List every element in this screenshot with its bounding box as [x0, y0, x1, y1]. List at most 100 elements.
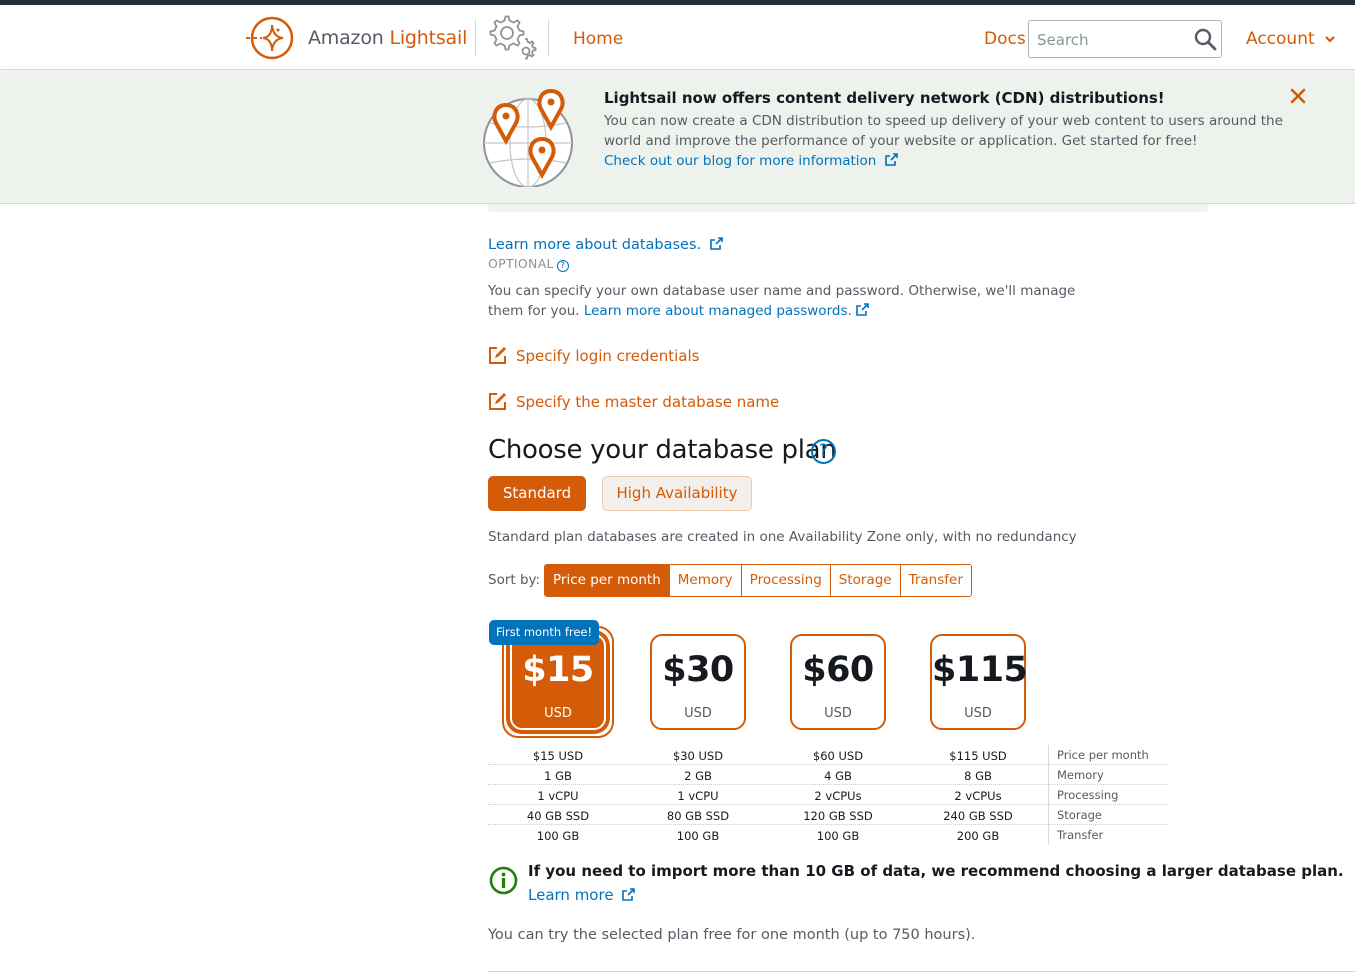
plan-card-115[interactable]: $115 USD [930, 634, 1028, 730]
banner-link-text: Check out our blog for more information [604, 153, 877, 169]
sort-price-per-month[interactable]: Price per month [545, 565, 669, 596]
plan-card-30[interactable]: $30 USD [650, 634, 746, 730]
external-link-icon [855, 303, 869, 316]
sort-memory[interactable]: Memory [668, 565, 741, 596]
spec-row-storage: 40 GB SSD 80 GB SSD 120 GB SSD 240 GB SS… [488, 805, 1168, 825]
spec-cell: $60 USD [812, 749, 864, 763]
high-availability-plan-button[interactable]: High Availability [602, 476, 752, 511]
brand-name[interactable]: Amazon Lightsail [308, 27, 467, 49]
login-credentials-text: Specify login credentials [516, 347, 700, 365]
learn-more-databases-text: Learn more about databases. [488, 237, 702, 253]
plan-currency: USD [684, 706, 712, 721]
panel-shadow-edge [488, 204, 1208, 212]
search-box [1028, 20, 1222, 58]
spec-row-transfer: 100 GB 100 GB 100 GB 200 GB Transfer [488, 825, 1168, 845]
help-icon[interactable]: ? [556, 260, 569, 272]
spec-cell: 80 GB SSD [666, 809, 730, 823]
spec-row-memory: 1 GB 2 GB 4 GB 8 GB Memory [488, 765, 1168, 785]
managed-passwords-link-text: Learn more about managed passwords. [583, 303, 852, 319]
info-icon [489, 866, 518, 895]
spec-cell: 240 GB SSD [943, 809, 1013, 823]
import-learn-more-link[interactable]: Learn more [528, 886, 636, 904]
plan-section-title: Choose your database plan [488, 435, 837, 465]
account-label: Account [1246, 29, 1315, 49]
cdn-announcement-banner: Lightsail now offers content delivery ne… [0, 71, 1355, 204]
spec-cell: $15 USD [532, 749, 584, 763]
section-divider [488, 971, 1355, 972]
spec-cell: $30 USD [672, 749, 724, 763]
external-link-icon [884, 153, 898, 166]
plan-currency: USD [824, 706, 852, 721]
spec-row-price: $15 USD $30 USD $60 USD $115 USD Price p… [488, 745, 1168, 765]
spec-row-processing: 1 vCPU 1 vCPU 2 vCPUs 2 vCPUs Processing [488, 785, 1168, 805]
spec-cell: 200 GB [956, 829, 1000, 843]
plan-card-60[interactable]: $60 USD [790, 634, 886, 730]
spec-label: Storage [1048, 805, 1102, 825]
optional-text: OPTIONAL [488, 256, 554, 271]
edit-icon [489, 347, 506, 364]
spec-label: Memory [1048, 765, 1104, 785]
plan-spec-table: $15 USD $30 USD $60 USD $115 USD Price p… [488, 745, 1168, 845]
close-icon[interactable] [1289, 87, 1307, 105]
managed-passwords-link[interactable]: Learn more about managed passwords. [584, 303, 869, 319]
spec-cell: 1 GB [544, 769, 572, 783]
spec-cell: 100 GB [536, 829, 580, 843]
spec-cell: 120 GB SSD [803, 809, 873, 823]
specify-login-credentials-link[interactable]: Specify login credentials [488, 346, 699, 365]
top-nav-bar: Amazon Lightsail Home Docs Account [0, 5, 1355, 70]
nav-divider [475, 19, 476, 57]
spec-label: Price per month [1048, 745, 1149, 765]
banner-blog-link[interactable]: Check out our blog for more information [604, 153, 898, 169]
sort-options-group: Price per month Memory Processing Storag… [544, 564, 972, 597]
nav-home-link[interactable]: Home [573, 29, 623, 49]
nav-docs-link[interactable]: Docs [984, 29, 1026, 49]
gear-icon[interactable] [488, 15, 538, 61]
lightsail-logo-icon[interactable] [246, 15, 298, 61]
globe-map-pins-icon [483, 88, 573, 187]
plan-currency: USD [544, 706, 572, 721]
spec-cell: 8 GB [964, 769, 992, 783]
external-link-icon [622, 888, 636, 901]
spec-cell: 2 vCPUs [954, 789, 1002, 803]
plan-help-icon[interactable]: ? [811, 439, 836, 464]
sort-transfer[interactable]: Transfer [899, 565, 971, 596]
sort-storage[interactable]: Storage [829, 565, 900, 596]
plan-price: $115 [932, 650, 1028, 690]
banner-text: You can now create a CDN distribution to… [604, 113, 1283, 149]
chevron-down-icon [1325, 36, 1335, 43]
plan-currency: USD [964, 706, 992, 721]
spec-cell: 2 vCPUs [814, 789, 862, 803]
plan-price: $30 [662, 650, 734, 690]
free-trial-note: You can try the selected plan free for o… [488, 927, 976, 943]
banner-title: Lightsail now offers content delivery ne… [604, 89, 1165, 107]
sort-by-label: Sort by: [488, 572, 541, 588]
master-database-name-text: Specify the master database name [516, 393, 780, 411]
spec-cell: 100 GB [816, 829, 860, 843]
account-menu[interactable]: Account [1246, 29, 1336, 49]
external-link-icon [709, 237, 723, 250]
search-input[interactable] [1037, 29, 1187, 51]
spec-cell: 100 GB [676, 829, 720, 843]
plan-card-15[interactable]: $15 USD [510, 634, 606, 730]
sort-processing[interactable]: Processing [740, 565, 830, 596]
plan-price: $15 [522, 650, 594, 690]
spec-label: Transfer [1048, 825, 1103, 845]
search-icon[interactable] [1193, 27, 1217, 51]
plan-price: $60 [802, 650, 874, 690]
spec-cell: 1 vCPU [537, 789, 579, 803]
standard-plan-button[interactable]: Standard [488, 476, 586, 511]
nav-divider [548, 19, 549, 57]
standard-plan-note: Standard plan databases are created in o… [488, 529, 1077, 545]
spec-cell: 40 GB SSD [526, 809, 590, 823]
spec-cell: 1 vCPU [677, 789, 719, 803]
import-recommendation: If you need to import more than 10 GB of… [528, 862, 1344, 880]
spec-cell: 4 GB [824, 769, 852, 783]
learn-more-databases-link[interactable]: Learn more about databases. [488, 237, 723, 253]
spec-label: Processing [1048, 785, 1118, 805]
spec-cell: 2 GB [684, 769, 712, 783]
import-learn-more-text: Learn more [528, 886, 614, 904]
edit-icon [489, 393, 506, 410]
specify-master-database-name-link[interactable]: Specify the master database name [488, 392, 779, 411]
optional-label: OPTIONAL? [488, 256, 569, 272]
first-month-free-badge: First month free! [489, 620, 600, 645]
